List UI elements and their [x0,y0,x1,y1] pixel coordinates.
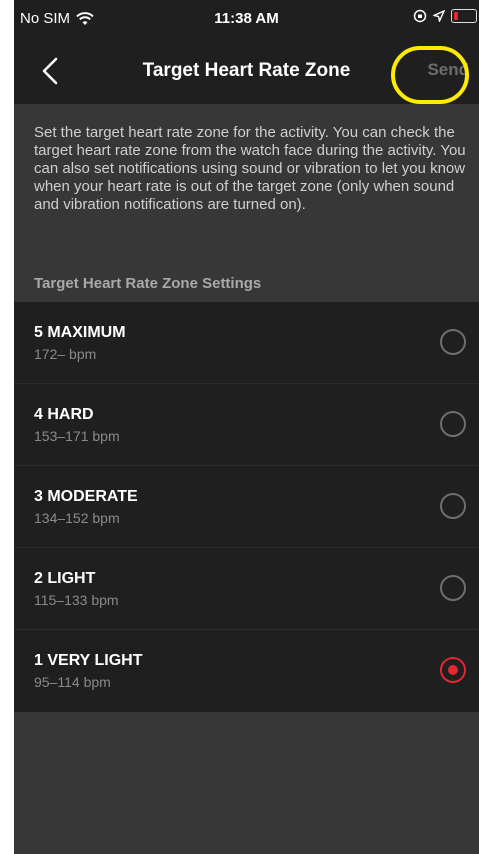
zone-radio-button[interactable] [440,575,466,601]
zone-radio-button[interactable] [440,493,466,519]
location-icon [433,10,445,22]
app-screen: No SIM 11:38 AM Target Heart Rate Zone S… [14,0,479,854]
battery-icon [451,9,477,23]
status-time: 11:38 AM [214,10,279,27]
zone-bpm: 115–133 bpm [34,592,119,608]
zone-bpm: 153–171 bpm [34,428,120,444]
zone-name: 4 HARD [34,406,94,423]
zone-row-maximum[interactable]: 5 MAXIMUM 172– bpm [14,302,479,384]
zone-name: 3 MODERATE [34,488,138,505]
description-text: Set the target heart rate zone for the a… [34,124,466,213]
zone-list: 5 MAXIMUM 172– bpm 4 HARD 153–171 bpm 3 … [14,302,479,712]
zone-radio-button[interactable] [440,329,466,355]
zone-name: 1 VERY LIGHT [34,652,143,669]
status-bar: No SIM 11:38 AM [14,0,479,40]
zone-radio-button[interactable] [440,411,466,437]
zone-row-light[interactable]: 2 LIGHT 115–133 bpm [14,548,479,630]
zone-row-moderate[interactable]: 3 MODERATE 134–152 bpm [14,466,479,548]
zone-bpm: 95–114 bpm [34,674,111,690]
section-header: Target Heart Rate Zone Settings [34,275,262,292]
page-title: Target Heart Rate Zone [142,60,351,81]
zone-bpm: 134–152 bpm [34,510,120,526]
zone-bpm: 172– bpm [34,346,97,362]
zone-name: 2 LIGHT [34,570,96,587]
navigation-bar: Target Heart Rate Zone Send [14,40,479,104]
orientation-lock-icon [413,9,427,23]
zone-name: 5 MAXIMUM [34,324,126,341]
zone-row-very-light[interactable]: 1 VERY LIGHT 95–114 bpm [14,630,479,712]
status-right-icons [413,9,477,23]
zone-radio-button-selected[interactable] [440,657,466,683]
zone-row-hard[interactable]: 4 HARD 153–171 bpm [14,384,479,466]
send-button[interactable]: Send [427,60,469,80]
